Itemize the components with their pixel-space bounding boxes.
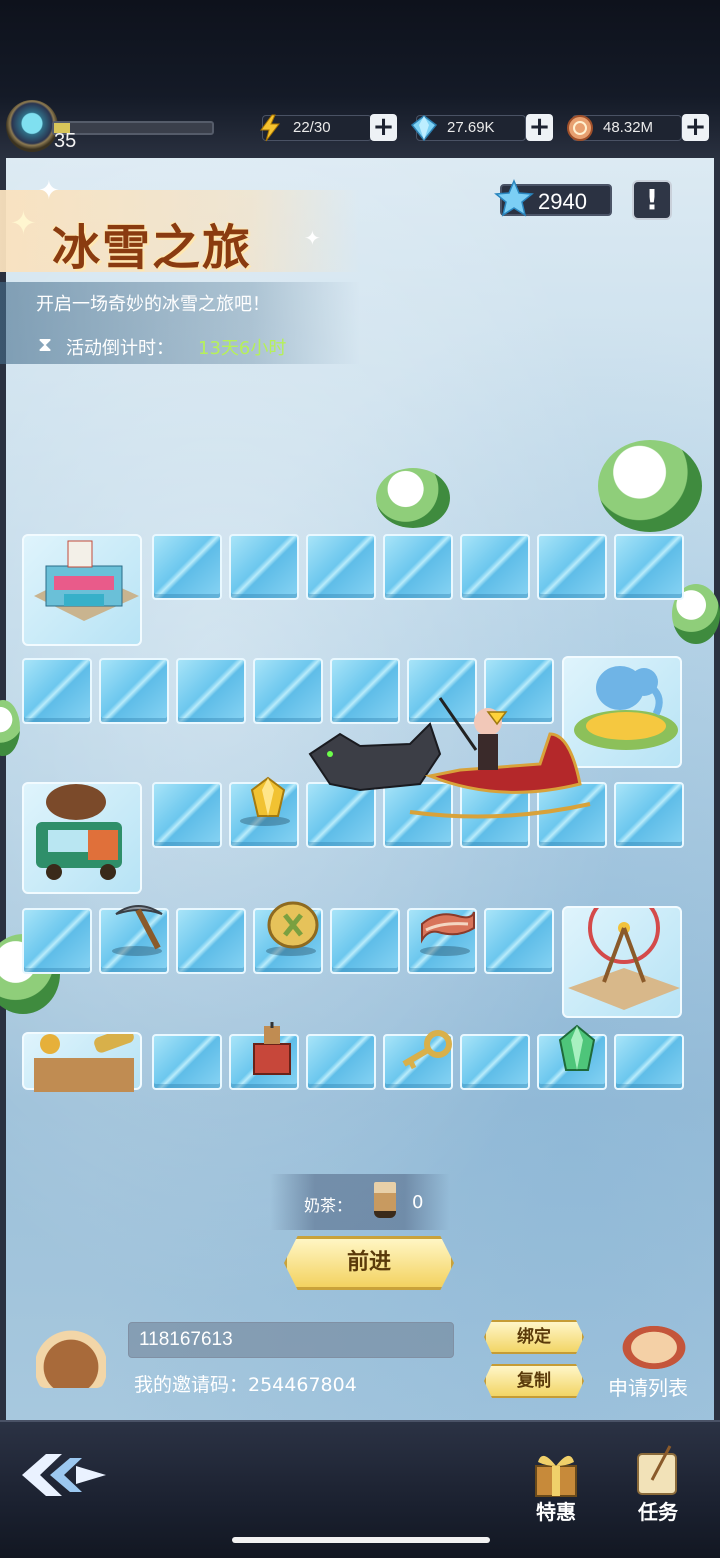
snowy-bush-icon (376, 468, 450, 528)
add-energy-button[interactable]: + (370, 114, 397, 141)
coin-counter: 48.32M (567, 115, 682, 141)
milk-tea-label: 奶茶： (304, 1196, 353, 1215)
my-invite-code: 我的邀请码：254467804 (134, 1374, 357, 1396)
coin-clover-icon[interactable] (264, 900, 322, 950)
add-diamonds-button[interactable]: + (526, 114, 553, 141)
ice-tile (22, 908, 92, 974)
tasks-label[interactable]: 任务 (638, 1496, 678, 1525)
star-counter: 2940 (494, 179, 612, 217)
diamond-value: 27.69K (447, 119, 495, 136)
lightning-icon (260, 114, 281, 142)
cinema-building[interactable] (22, 534, 142, 646)
snowy-bush-icon (598, 440, 702, 532)
ice-tile (614, 1034, 684, 1090)
milk-tea-icon (374, 1182, 396, 1218)
pickaxe-icon[interactable] (112, 900, 166, 952)
scroll-icon[interactable] (630, 1444, 686, 1500)
key-icon[interactable] (398, 1030, 452, 1072)
coin-value: 48.32M (603, 119, 654, 136)
ice-tile (614, 534, 684, 600)
player-level-icon[interactable] (6, 100, 58, 152)
top-bar: 35 22/30 + 27.69K + 48.32M + (0, 0, 720, 160)
player-sleigh-icon (308, 697, 591, 819)
cinema-icon (34, 540, 139, 621)
ice-tile (537, 534, 607, 600)
ice-tile (460, 1034, 530, 1090)
telescope-icon (34, 1027, 134, 1092)
ice-tile (22, 658, 92, 724)
ice-tile (176, 908, 246, 974)
ice-tile (152, 1034, 222, 1090)
ice-tile (614, 782, 684, 848)
countdown-label: 活动倒计时： (66, 338, 174, 359)
sparkle-icon: ✦ (304, 226, 321, 250)
countdown-value: 13天6小时 (198, 338, 287, 359)
hourglass-icon: ⧗ (38, 332, 53, 356)
ice-tile (460, 534, 530, 600)
ice-tile (152, 534, 222, 600)
ice-tile (152, 782, 222, 848)
star-value: 2940 (538, 189, 587, 214)
cake-icon (36, 1318, 106, 1388)
gift-icon[interactable] (528, 1444, 584, 1500)
info-button[interactable]: ! (632, 180, 672, 220)
copy-button[interactable]: 复制 (484, 1364, 584, 1398)
handshake-icon[interactable] (614, 1320, 694, 1370)
coin-icon (567, 115, 593, 141)
experience-bar (52, 121, 214, 135)
ice-tile (306, 1034, 376, 1090)
energy-counter: 22/30 (260, 114, 372, 142)
forward-button[interactable]: 前进 (284, 1236, 454, 1290)
player-level: 35 (54, 130, 77, 152)
sparkle-icon: ✦ (10, 204, 37, 242)
event-title: 冰雪之旅 (52, 220, 253, 276)
ice-tile (99, 658, 169, 724)
add-coins-button[interactable]: + (682, 114, 709, 141)
energy-value: 22/30 (293, 119, 331, 136)
tnt-icon[interactable] (248, 1022, 296, 1080)
ice-tile (383, 534, 453, 600)
event-description: 开启一场奇妙的冰雪之旅吧！ (36, 294, 270, 315)
invite-code-input[interactable]: 118167613 (128, 1322, 454, 1358)
bind-button[interactable]: 绑定 (484, 1320, 584, 1354)
bacon-icon[interactable] (418, 906, 478, 946)
milk-tea-count: 0 (412, 1192, 424, 1213)
apply-list-label[interactable]: 申请列表 (608, 1372, 688, 1401)
item-shadow (420, 946, 470, 956)
sparkle-icon: ✦ (38, 176, 60, 206)
home-indicator (232, 1537, 490, 1543)
special-offer-label[interactable]: 特惠 (536, 1496, 576, 1525)
ice-tile (306, 534, 376, 600)
food-truck-icon (36, 724, 122, 880)
ferris-wheel-building[interactable] (562, 892, 682, 1018)
ice-tile (229, 534, 299, 600)
diamond-counter: 27.69K (410, 115, 526, 142)
ice-tile (484, 908, 554, 974)
star-icon (494, 179, 534, 217)
food-truck-building[interactable] (22, 724, 142, 894)
crystal-green-icon[interactable] (556, 1024, 598, 1074)
ferris-wheel-icon (568, 892, 680, 1010)
diamond-icon (410, 115, 438, 142)
back-icon[interactable] (20, 1450, 110, 1500)
ice-tile (330, 908, 400, 974)
ice-tile (176, 658, 246, 724)
crystal-gold-icon[interactable] (248, 776, 288, 820)
telescope-building[interactable] (22, 1027, 142, 1092)
